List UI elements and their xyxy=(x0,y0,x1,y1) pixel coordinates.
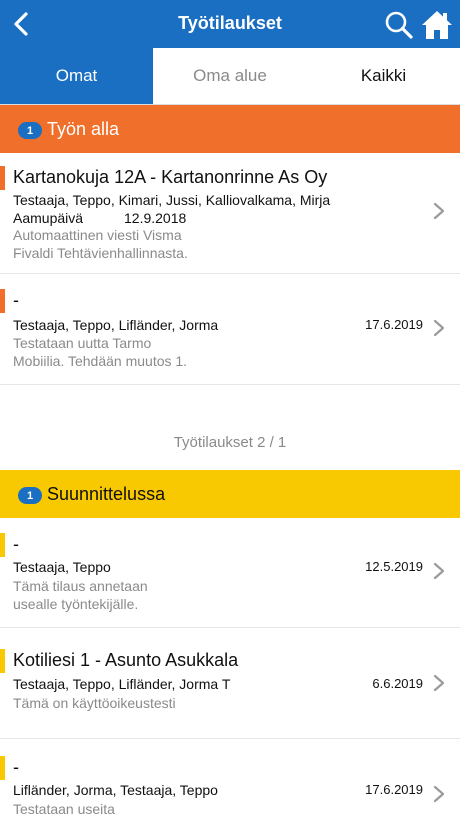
tab-oma-alue[interactable]: Oma alue xyxy=(153,48,307,104)
status-bar xyxy=(0,166,5,190)
item-title: Kartanokuja 12A - Kartanonrinne As Oy xyxy=(13,167,328,187)
item-people: Lifländer, Jorma, Testaaja, Teppo xyxy=(13,782,218,798)
list-item[interactable]: - Testaaja, Teppo, Lifländer, Jorma 17.6… xyxy=(0,274,460,385)
item-description-line1: Tämä tilaus annetaan xyxy=(13,578,148,594)
item-date: 6.6.2019 xyxy=(372,676,423,691)
chevron-right-icon xyxy=(433,202,445,220)
filter-tabs: Omat Oma alue Kaikki xyxy=(0,48,460,105)
count-badge: 1 xyxy=(18,487,42,504)
list-item[interactable]: - Testaaja, Teppo 12.5.2019 Tämä tilaus … xyxy=(0,518,460,628)
home-icon xyxy=(422,11,452,39)
count-badge: 1 xyxy=(18,122,42,139)
chevron-right-icon xyxy=(433,785,445,803)
item-date: 12.5.2019 xyxy=(365,559,423,574)
section-header-tyon-alla[interactable]: 1 Työn alla xyxy=(0,105,460,153)
status-bar xyxy=(0,756,5,780)
item-description-line1: Automaattinen viesti Visma xyxy=(13,227,182,243)
item-people: Testaaja, Teppo xyxy=(13,559,111,575)
pager-text: Työtilaukset 2 / 1 xyxy=(173,434,287,451)
section-title: Työn alla xyxy=(47,118,120,139)
tab-kaikki[interactable]: Kaikki xyxy=(307,48,460,104)
item-people: Testaaja, Teppo, Lifländer, Jorma T xyxy=(13,676,231,692)
item-description-line2: usealle työntekijälle. xyxy=(13,596,139,612)
item-description-line1: Tämä on käyttöoikeustesti xyxy=(13,695,176,711)
item-description-line1: Testataan uutta Tarmo xyxy=(13,335,152,351)
tab-omat[interactable]: Omat xyxy=(0,48,153,104)
item-title: - xyxy=(13,290,19,310)
list-item[interactable]: Kotiliesi 1 - Asunto Asukkala Testaaja, … xyxy=(0,628,460,739)
status-bar xyxy=(0,533,5,557)
list-item[interactable]: - Lifländer, Jorma, Testaaja, Teppo 17.6… xyxy=(0,739,460,818)
navigation-bar: Työtilaukset xyxy=(0,0,460,48)
search-button[interactable] xyxy=(384,10,414,40)
item-description-line2: Fivaldi Tehtävienhallinnasta. xyxy=(13,245,188,261)
section-header-suunnittelussa[interactable]: 1 Suunnittelussa xyxy=(0,470,460,518)
item-date: 17.6.2019 xyxy=(365,782,423,797)
chevron-right-icon xyxy=(433,319,445,337)
item-description-line2: Mobiilia. Tehdään muutos 1. xyxy=(13,353,188,369)
item-title: - xyxy=(13,534,19,554)
item-date: 17.6.2019 xyxy=(365,317,423,332)
status-bar xyxy=(0,649,5,673)
item-due-date: 12.9.2018 xyxy=(124,210,187,226)
chevron-right-icon xyxy=(433,674,445,692)
chevron-right-icon xyxy=(433,562,445,580)
list-item[interactable]: Kartanokuja 12A - Kartanonrinne As Oy Te… xyxy=(0,153,460,274)
search-icon xyxy=(385,11,413,39)
item-people: Testaaja, Teppo, Lifländer, Jorma xyxy=(13,317,219,333)
item-description-line1: Testataan useita xyxy=(13,801,115,817)
item-people: Testaaja, Teppo, Kimari, Jussi, Kalliova… xyxy=(13,192,331,208)
section-title: Suunnittelussa xyxy=(47,483,166,504)
item-due-label: Aamupäivä xyxy=(13,210,84,226)
item-title: - xyxy=(13,757,19,777)
item-title: Kotiliesi 1 - Asunto Asukkala xyxy=(13,650,239,670)
status-bar xyxy=(0,289,5,313)
home-button[interactable] xyxy=(421,9,453,41)
